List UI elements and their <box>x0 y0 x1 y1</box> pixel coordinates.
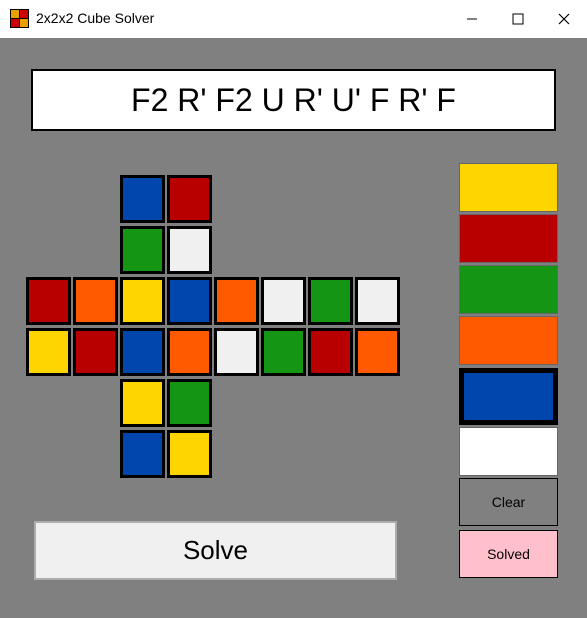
sticker-front-1-0[interactable] <box>120 328 165 376</box>
close-button[interactable] <box>541 0 587 38</box>
swatch-red[interactable] <box>459 214 558 263</box>
swatch-white[interactable] <box>459 427 558 476</box>
sticker-right-1-1[interactable] <box>261 328 306 376</box>
solution-display: F2 R' F2 U R' U' F R' F <box>31 69 556 131</box>
cube-icon-tile <box>20 10 28 18</box>
sticker-left-0-0[interactable] <box>26 277 71 325</box>
cube-icon <box>10 9 29 28</box>
sticker-down-0-0[interactable] <box>120 379 165 427</box>
sticker-down-0-1[interactable] <box>167 379 212 427</box>
title-bar: 2x2x2 Cube Solver <box>0 0 587 38</box>
swatch-orange[interactable] <box>459 316 558 365</box>
sticker-left-1-1[interactable] <box>73 328 118 376</box>
close-icon <box>558 13 570 25</box>
sticker-down-1-1[interactable] <box>167 430 212 478</box>
sticker-front-0-0[interactable] <box>120 277 165 325</box>
sticker-front-0-1[interactable] <box>167 277 212 325</box>
sticker-right-1-0[interactable] <box>214 328 259 376</box>
minimize-icon <box>467 18 477 20</box>
sticker-up-0-1[interactable] <box>167 175 212 223</box>
sticker-front-1-1[interactable] <box>167 328 212 376</box>
cube-icon-tile <box>20 19 28 27</box>
sticker-up-1-1[interactable] <box>167 226 212 274</box>
sticker-right-0-1[interactable] <box>261 277 306 325</box>
sticker-back-1-0[interactable] <box>308 328 353 376</box>
minimize-button[interactable] <box>449 0 495 38</box>
cube-icon-tile <box>11 10 19 18</box>
swatch-yellow[interactable] <box>459 163 558 212</box>
sticker-up-0-0[interactable] <box>120 175 165 223</box>
solved-button[interactable]: Solved <box>459 530 558 578</box>
sticker-back-0-0[interactable] <box>308 277 353 325</box>
sticker-up-1-0[interactable] <box>120 226 165 274</box>
cube-icon-tile <box>11 19 19 27</box>
maximize-button[interactable] <box>495 0 541 38</box>
swatch-green[interactable] <box>459 265 558 314</box>
swatch-blue[interactable] <box>459 368 558 425</box>
solve-button[interactable]: Solve <box>34 521 397 580</box>
sticker-back-0-1[interactable] <box>355 277 400 325</box>
sticker-left-1-0[interactable] <box>26 328 71 376</box>
sticker-right-0-0[interactable] <box>214 277 259 325</box>
sticker-back-1-1[interactable] <box>355 328 400 376</box>
window-title: 2x2x2 Cube Solver <box>36 10 155 26</box>
maximize-icon <box>512 13 524 25</box>
sticker-left-0-1[interactable] <box>73 277 118 325</box>
sticker-down-1-0[interactable] <box>120 430 165 478</box>
clear-button[interactable]: Clear <box>459 478 558 526</box>
